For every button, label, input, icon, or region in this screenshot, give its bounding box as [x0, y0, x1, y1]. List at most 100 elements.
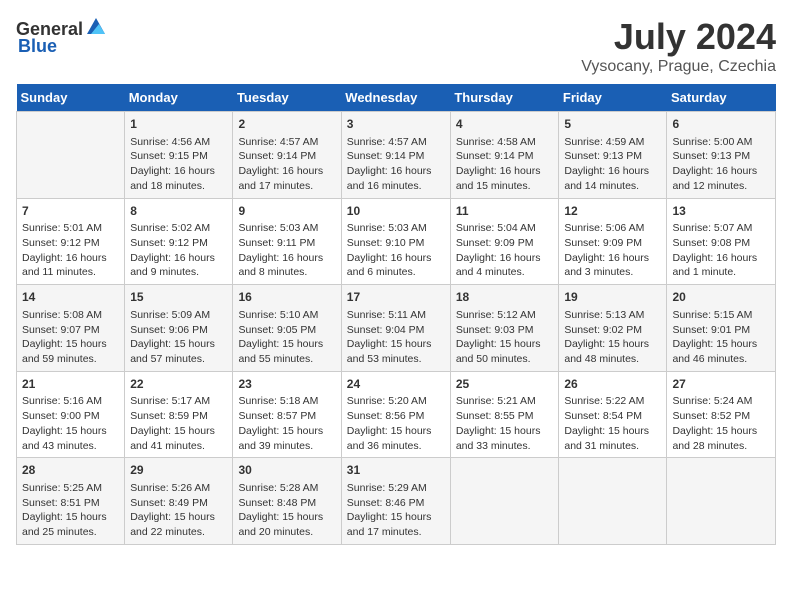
calendar-cell: 10Sunrise: 5:03 AM Sunset: 9:10 PM Dayli… [341, 198, 450, 285]
month-title: July 2024 [581, 16, 776, 58]
cell-info: Sunrise: 5:25 AM Sunset: 8:51 PM Dayligh… [22, 481, 119, 540]
calendar-cell [450, 458, 559, 545]
logo: General Blue [16, 16, 107, 57]
calendar-cell: 9Sunrise: 5:03 AM Sunset: 9:11 PM Daylig… [233, 198, 341, 285]
cell-info: Sunrise: 5:10 AM Sunset: 9:05 PM Dayligh… [238, 308, 335, 367]
calendar-cell: 18 Sunrise: 5:12 AM Sunset: 9:03 PM Dayli… [450, 285, 559, 372]
cell-info: Sunrise: 5:17 AM Sunset: 8:59 PM Dayligh… [130, 394, 227, 453]
calendar-cell: 26Sunrise: 5:22 AM Sunset: 8:54 PM Dayli… [559, 371, 667, 458]
calendar-cell: 5Sunrise: 4:59 AM Sunset: 9:13 PM Daylig… [559, 112, 667, 199]
logo-blue: Blue [18, 36, 57, 57]
calendar-cell: 25Sunrise: 5:21 AM Sunset: 8:55 PM Dayli… [450, 371, 559, 458]
cell-info: Sunrise: 4:57 AM Sunset: 9:14 PM Dayligh… [347, 135, 445, 194]
cell-info: Sunrise: 4:57 AM Sunset: 9:14 PM Dayligh… [238, 135, 335, 194]
day-header: Wednesday [341, 84, 450, 112]
calendar-cell: 8Sunrise: 5:02 AM Sunset: 9:12 PM Daylig… [125, 198, 233, 285]
day-number: 14 [22, 289, 119, 306]
calendar-cell: 31Sunrise: 5:29 AM Sunset: 8:46 PM Dayli… [341, 458, 450, 545]
calendar-cell: 24Sunrise: 5:20 AM Sunset: 8:56 PM Dayli… [341, 371, 450, 458]
day-number: 10 [347, 203, 445, 220]
calendar-cell: 15 Sunrise: 5:09 AM Sunset: 9:06 PM Dayli… [125, 285, 233, 372]
day-number: 9 [238, 203, 335, 220]
day-header: Sunday [17, 84, 125, 112]
calendar-cell: 1Sunrise: 4:56 AM Sunset: 9:15 PM Daylig… [125, 112, 233, 199]
day-number: 26 [564, 376, 661, 393]
calendar-week-row: 14Sunrise: 5:08 AM Sunset: 9:07 PM Dayli… [17, 285, 776, 372]
calendar-cell: 4 Sunrise: 4:58 AM Sunset: 9:14 PM Daylig… [450, 112, 559, 199]
calendar-cell: 2 Sunrise: 4:57 AM Sunset: 9:14 PM Daylig… [233, 112, 341, 199]
day-number: 24 [347, 376, 445, 393]
cell-info: Sunrise: 5:01 AM Sunset: 9:12 PM Dayligh… [22, 221, 119, 280]
calendar-cell: 29Sunrise: 5:26 AM Sunset: 8:49 PM Dayli… [125, 458, 233, 545]
calendar-cell: 17 Sunrise: 5:11 AM Sunset: 9:04 PM Dayli… [341, 285, 450, 372]
day-number: 4 [456, 116, 554, 133]
cell-info: Sunrise: 5:12 AM Sunset: 9:03 PM Dayligh… [456, 308, 554, 367]
day-number: 20 [672, 289, 770, 306]
cell-info: Sunrise: 5:09 AM Sunset: 9:06 PM Dayligh… [130, 308, 227, 367]
day-number: 17 [347, 289, 445, 306]
calendar-cell: 13Sunrise: 5:07 AM Sunset: 9:08 PM Dayli… [667, 198, 776, 285]
calendar-table: SundayMondayTuesdayWednesdayThursdayFrid… [16, 84, 776, 545]
calendar-cell [667, 458, 776, 545]
calendar-cell: 11Sunrise: 5:04 AM Sunset: 9:09 PM Dayli… [450, 198, 559, 285]
day-header: Friday [559, 84, 667, 112]
cell-info: Sunrise: 5:00 AM Sunset: 9:13 PM Dayligh… [672, 135, 770, 194]
calendar-cell: 23Sunrise: 5:18 AM Sunset: 8:57 PM Dayli… [233, 371, 341, 458]
day-number: 2 [238, 116, 335, 133]
cell-info: Sunrise: 5:06 AM Sunset: 9:09 PM Dayligh… [564, 221, 661, 280]
day-number: 19 [564, 289, 661, 306]
day-number: 21 [22, 376, 119, 393]
calendar-cell: 22Sunrise: 5:17 AM Sunset: 8:59 PM Dayli… [125, 371, 233, 458]
calendar-cell: 3 Sunrise: 4:57 AM Sunset: 9:14 PM Daylig… [341, 112, 450, 199]
cell-info: Sunrise: 5:22 AM Sunset: 8:54 PM Dayligh… [564, 394, 661, 453]
day-number: 23 [238, 376, 335, 393]
day-header: Thursday [450, 84, 559, 112]
calendar-cell: 28Sunrise: 5:25 AM Sunset: 8:51 PM Dayli… [17, 458, 125, 545]
cell-info: Sunrise: 5:11 AM Sunset: 9:04 PM Dayligh… [347, 308, 445, 367]
calendar-week-row: 7Sunrise: 5:01 AM Sunset: 9:12 PM Daylig… [17, 198, 776, 285]
calendar-week-row: 21Sunrise: 5:16 AM Sunset: 9:00 PM Dayli… [17, 371, 776, 458]
cell-info: Sunrise: 4:58 AM Sunset: 9:14 PM Dayligh… [456, 135, 554, 194]
cell-info: Sunrise: 5:13 AM Sunset: 9:02 PM Dayligh… [564, 308, 661, 367]
day-number: 3 [347, 116, 445, 133]
calendar-cell: 14Sunrise: 5:08 AM Sunset: 9:07 PM Dayli… [17, 285, 125, 372]
cell-info: Sunrise: 5:28 AM Sunset: 8:48 PM Dayligh… [238, 481, 335, 540]
day-number: 18 [456, 289, 554, 306]
day-number: 13 [672, 203, 770, 220]
cell-info: Sunrise: 5:03 AM Sunset: 9:10 PM Dayligh… [347, 221, 445, 280]
title-block: July 2024 Vysocany, Prague, Czechia [581, 16, 776, 76]
day-number: 6 [672, 116, 770, 133]
calendar-cell: 7Sunrise: 5:01 AM Sunset: 9:12 PM Daylig… [17, 198, 125, 285]
day-number: 25 [456, 376, 554, 393]
calendar-week-row: 1Sunrise: 4:56 AM Sunset: 9:15 PM Daylig… [17, 112, 776, 199]
day-header: Tuesday [233, 84, 341, 112]
day-number: 1 [130, 116, 227, 133]
cell-info: Sunrise: 5:24 AM Sunset: 8:52 PM Dayligh… [672, 394, 770, 453]
cell-info: Sunrise: 5:15 AM Sunset: 9:01 PM Dayligh… [672, 308, 770, 367]
cell-info: Sunrise: 5:04 AM Sunset: 9:09 PM Dayligh… [456, 221, 554, 280]
cell-info: Sunrise: 5:18 AM Sunset: 8:57 PM Dayligh… [238, 394, 335, 453]
calendar-cell: 27Sunrise: 5:24 AM Sunset: 8:52 PM Dayli… [667, 371, 776, 458]
day-number: 7 [22, 203, 119, 220]
cell-info: Sunrise: 5:02 AM Sunset: 9:12 PM Dayligh… [130, 221, 227, 280]
day-number: 12 [564, 203, 661, 220]
day-number: 22 [130, 376, 227, 393]
day-number: 11 [456, 203, 554, 220]
day-number: 30 [238, 462, 335, 479]
cell-info: Sunrise: 5:26 AM Sunset: 8:49 PM Dayligh… [130, 481, 227, 540]
calendar-cell [559, 458, 667, 545]
day-header: Monday [125, 84, 233, 112]
calendar-cell: 19 Sunrise: 5:13 AM Sunset: 9:02 PM Dayli… [559, 285, 667, 372]
calendar-week-row: 28Sunrise: 5:25 AM Sunset: 8:51 PM Dayli… [17, 458, 776, 545]
calendar-cell: 30 Sunrise: 5:28 AM Sunset: 8:48 PM Dayli… [233, 458, 341, 545]
page-header: General Blue July 2024 Vysocany, Prague,… [16, 16, 776, 76]
day-number: 8 [130, 203, 227, 220]
calendar-cell [17, 112, 125, 199]
calendar-cell: 21Sunrise: 5:16 AM Sunset: 9:00 PM Dayli… [17, 371, 125, 458]
cell-info: Sunrise: 5:20 AM Sunset: 8:56 PM Dayligh… [347, 394, 445, 453]
day-number: 27 [672, 376, 770, 393]
day-number: 15 [130, 289, 227, 306]
day-header: Saturday [667, 84, 776, 112]
cell-info: Sunrise: 5:16 AM Sunset: 9:00 PM Dayligh… [22, 394, 119, 453]
logo-icon [85, 16, 107, 38]
